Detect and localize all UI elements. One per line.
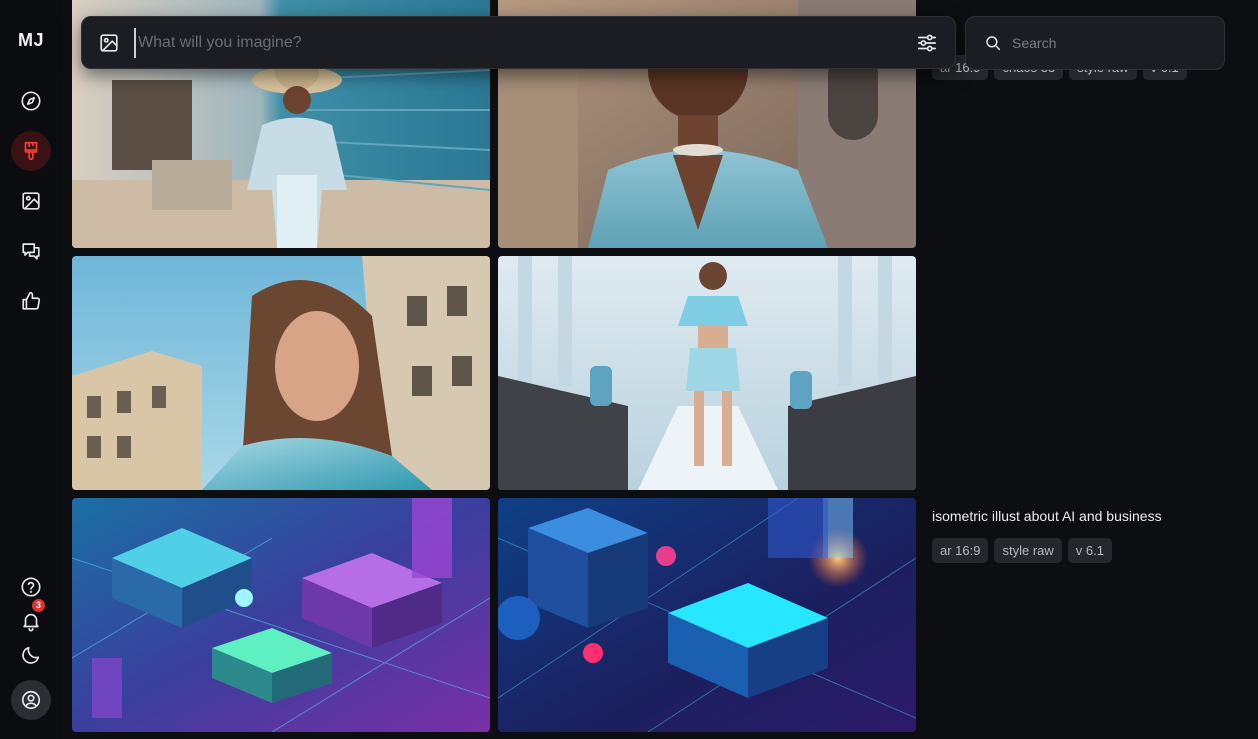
thumbs-up-icon xyxy=(22,291,41,310)
param-chip[interactable]: style raw xyxy=(994,538,1062,563)
help-circle-icon xyxy=(21,577,41,597)
sidebar-item-create[interactable] xyxy=(11,131,51,171)
sidebar-item-rank[interactable] xyxy=(11,281,51,321)
isometric-city-blue-image xyxy=(498,498,916,732)
settings-button[interactable] xyxy=(915,31,939,55)
notification-badge: 3 xyxy=(32,599,45,612)
sidebar-item-explore[interactable] xyxy=(11,81,51,121)
fashion-woman-portrait-street-image xyxy=(72,256,490,490)
image-tile[interactable] xyxy=(72,256,490,490)
sidebar-item-dark-mode[interactable] xyxy=(11,635,51,675)
search-bar xyxy=(965,16,1225,70)
imagine-input[interactable] xyxy=(134,27,915,58)
sidebar-item-organize[interactable] xyxy=(11,181,51,221)
job-prompt-text[interactable]: isometric illust about AI and business xyxy=(932,508,1162,524)
search-input[interactable] xyxy=(1010,34,1214,52)
image-icon xyxy=(22,192,40,210)
sidebar-item-account[interactable] xyxy=(11,680,51,720)
compass-icon xyxy=(21,91,41,111)
param-chip[interactable]: v 6.1 xyxy=(1067,538,1112,563)
sliders-icon xyxy=(917,34,937,51)
param-chip[interactable]: ar 16:9 xyxy=(932,538,989,563)
sidebar-item-chat[interactable] xyxy=(11,231,51,271)
job-params: ar 16:9 style raw v 6.1 xyxy=(932,538,1112,563)
chat-bubbles-icon xyxy=(22,243,40,260)
fashion-runway-model-image xyxy=(498,256,916,490)
sidebar: MJ 3 xyxy=(0,0,62,739)
logo[interactable]: MJ xyxy=(0,30,62,51)
search-icon xyxy=(986,36,1001,51)
image-tile[interactable] xyxy=(498,256,916,490)
image-tile[interactable] xyxy=(72,498,490,732)
bell-icon xyxy=(23,613,39,632)
moon-icon xyxy=(22,646,40,664)
isometric-city-purple-image xyxy=(72,498,490,732)
user-circle-icon xyxy=(21,690,41,710)
image-icon xyxy=(100,33,118,52)
add-image-button[interactable] xyxy=(98,32,120,54)
imagine-bar xyxy=(81,16,956,69)
image-tile[interactable] xyxy=(498,498,916,732)
paintbrush-icon xyxy=(24,141,38,161)
image-feed: ar 16:9 chaos 33 style raw v 6.1 isometr… xyxy=(62,0,1258,739)
